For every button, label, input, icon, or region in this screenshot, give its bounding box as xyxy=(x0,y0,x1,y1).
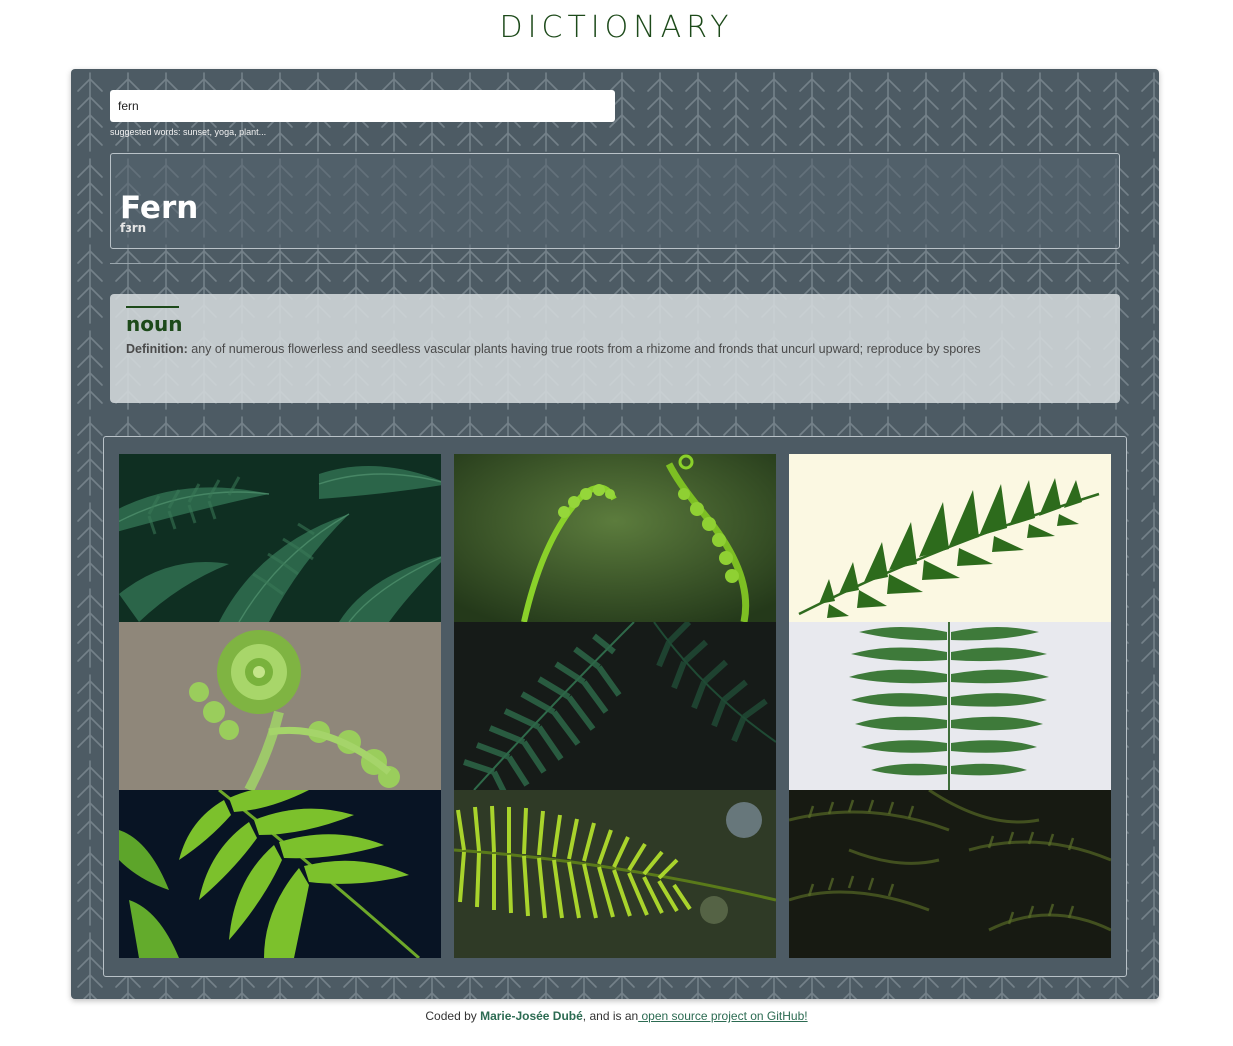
definition: Definition: any of numerous flowerless a… xyxy=(126,342,981,356)
dictionary-card: suggested words: sunset, yoga, plant... … xyxy=(71,69,1159,999)
photo-dark-fern-fronds[interactable] xyxy=(454,622,776,790)
author-link[interactable]: Marie-Josée Dubé xyxy=(480,1009,583,1023)
meaning-card: noun Definition: any of numerous flowerl… xyxy=(110,294,1120,403)
photo-dense-dark-green-ferns[interactable] xyxy=(119,454,441,622)
suggested-words: suggested words: sunset, yoga, plant... xyxy=(110,127,267,137)
footer: Coded by Marie-Josée Dubé, and is an ope… xyxy=(0,1009,1233,1023)
photo-uncurling-fern-tendrils[interactable] xyxy=(454,454,776,622)
word-header: Fern fɜrn xyxy=(110,153,1120,249)
search-input[interactable] xyxy=(110,90,615,122)
photo-bright-green-fern-leaves[interactable] xyxy=(119,790,441,958)
footer-middle: , and is an xyxy=(582,1009,639,1023)
photo-fern-leaf-on-white[interactable] xyxy=(789,622,1111,790)
photo-backlit-fern-frond[interactable] xyxy=(454,790,776,958)
part-of-speech-rule xyxy=(126,306,179,308)
photo-dark-fern-canopy[interactable] xyxy=(789,790,1111,958)
phonetic-text: fɜrn xyxy=(120,221,147,235)
footer-prefix: Coded by xyxy=(425,1009,481,1023)
photo-gallery xyxy=(103,436,1127,977)
divider xyxy=(110,263,1120,264)
photo-fiddlehead-fern-spiral[interactable] xyxy=(119,622,441,790)
definition-label: Definition: xyxy=(126,342,188,356)
photo-single-fern-frond-on-cream[interactable] xyxy=(789,454,1111,622)
definition-text: any of numerous flowerless and seedless … xyxy=(187,342,981,356)
part-of-speech: noun xyxy=(126,312,183,336)
github-link[interactable]: open source project on GitHub! xyxy=(638,1009,808,1023)
app-title: DICTIONARY xyxy=(499,10,734,45)
